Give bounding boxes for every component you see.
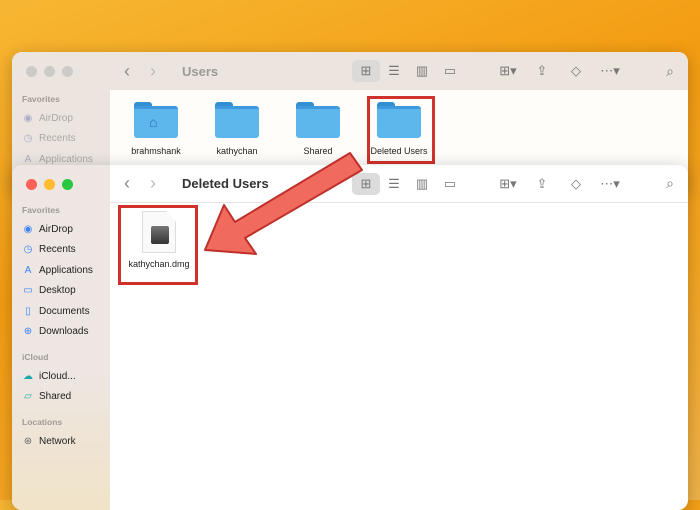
annotation-arrow (204, 152, 363, 255)
